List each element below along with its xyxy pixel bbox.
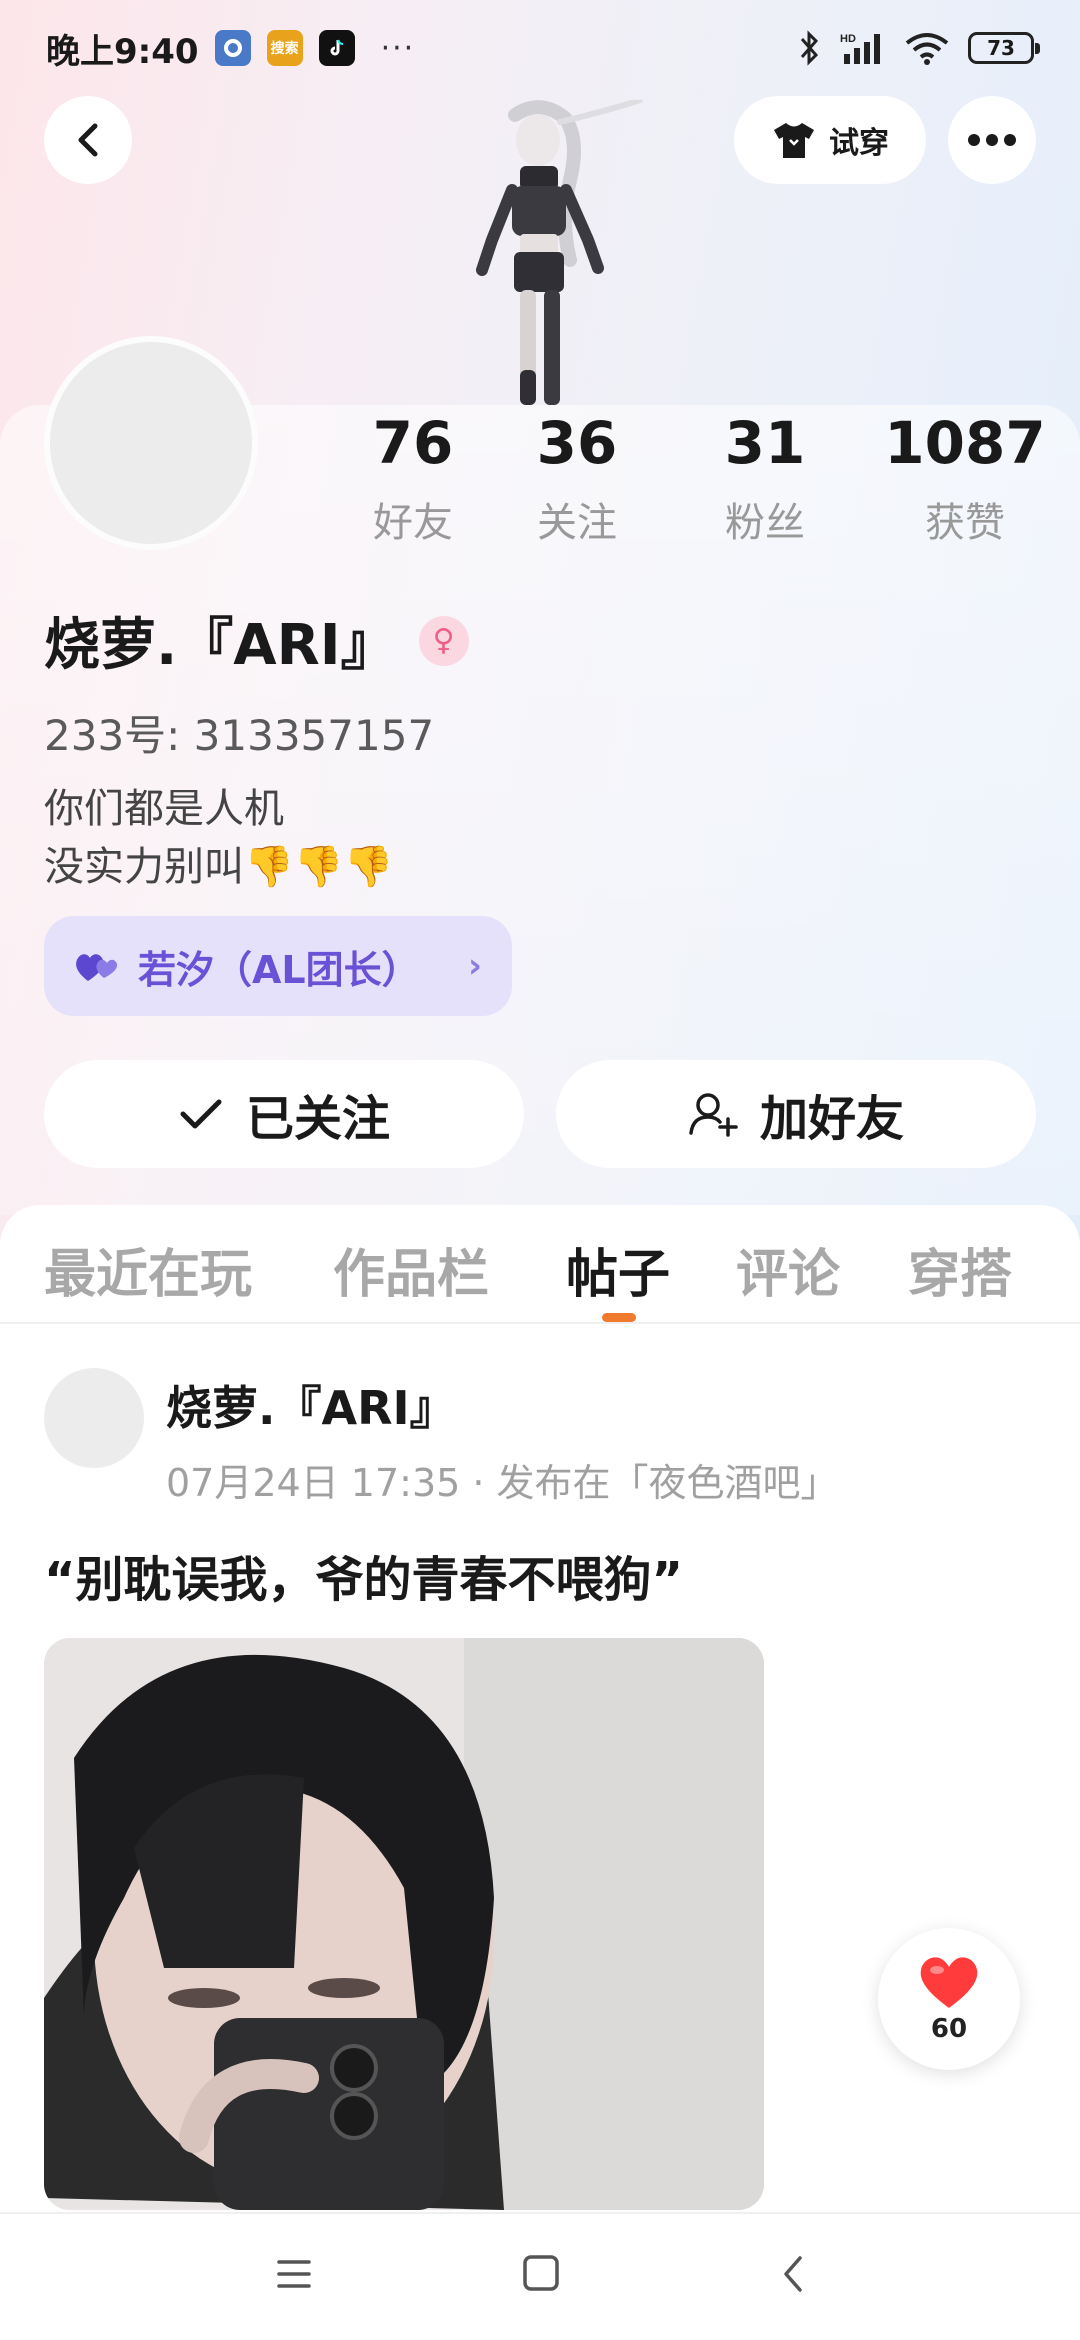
- stat-following-value: 36: [536, 409, 618, 477]
- avatar[interactable]: [44, 336, 258, 550]
- tab-posts[interactable]: 帖子: [566, 1232, 670, 1307]
- tab-divider: [0, 1322, 1080, 1324]
- try-on-label: 试穿: [829, 126, 889, 161]
- stat-following-label: 关注: [537, 500, 617, 546]
- add-friend-button[interactable]: 加好友: [556, 1060, 1036, 1168]
- post-author-name[interactable]: 烧萝.『ARI』: [166, 1372, 456, 1438]
- tab-recently-played[interactable]: 最近在玩: [44, 1232, 252, 1307]
- menu-icon[interactable]: [276, 2256, 312, 2292]
- wifi-icon: [905, 33, 949, 65]
- post-text[interactable]: “别耽误我，爷的青春不喂狗”: [44, 1540, 683, 1610]
- like-button[interactable]: 60: [878, 1928, 1020, 2070]
- tab-active-indicator: [602, 1313, 636, 1322]
- search-app-label: 搜索: [270, 41, 299, 57]
- thumbs-down-emoji: 👎👎👎: [244, 844, 394, 890]
- stat-friends-value: 76: [372, 409, 454, 477]
- svg-text:HD: HD: [840, 33, 856, 45]
- female-icon: ♀: [418, 615, 469, 666]
- bio-line-1: 你们都是人机: [44, 786, 284, 832]
- battery-level: 73: [987, 36, 1015, 60]
- add-friend-icon: [689, 1093, 738, 1137]
- chevron-left-icon: [78, 123, 98, 157]
- group-label: 若汐（AL团长）: [138, 947, 420, 992]
- tab-comments[interactable]: 评论: [736, 1232, 840, 1307]
- bio-line-2-text: 没实力别叫: [44, 844, 244, 890]
- home-icon[interactable]: [522, 2254, 560, 2292]
- stat-friends-label: 好友: [373, 500, 453, 546]
- heart-icon: [920, 1957, 978, 2008]
- add-friend-label: 加好友: [759, 1091, 904, 1147]
- character-avatar-figure[interactable]: [420, 100, 660, 405]
- post-author-avatar[interactable]: [44, 1368, 144, 1468]
- stat-friends[interactable]: 76 好友: [348, 410, 478, 548]
- more-dots-icon: [968, 134, 1016, 146]
- followed-label: 已关注: [245, 1091, 390, 1147]
- tshirt-icon: [774, 123, 814, 158]
- status-bar: 晚上9:40 搜索 ··· HD 73: [0, 0, 1080, 96]
- heart-pair-icon: [76, 954, 118, 981]
- stat-likes-value: 1087: [884, 409, 1046, 477]
- tab-works[interactable]: 作品栏: [333, 1232, 489, 1307]
- bio-line-2: 没实力别叫👎👎👎: [44, 838, 393, 896]
- stat-following[interactable]: 36 关注: [512, 410, 642, 548]
- profile-name: 烧萝.『ARI』: [44, 613, 397, 678]
- stat-likes[interactable]: 1087 获赞: [880, 410, 1050, 548]
- system-nav-bar: [0, 2212, 1080, 2340]
- tab-outfits[interactable]: 穿搭: [908, 1232, 1012, 1307]
- like-count: 60: [930, 2014, 968, 2044]
- signal-icon: HD: [840, 33, 880, 64]
- try-on-button[interactable]: 试穿: [734, 96, 926, 184]
- post-meta[interactable]: 07月24日 17:35 · 发布在「夜色酒吧」: [166, 1452, 839, 1507]
- stat-likes-label: 获赞: [925, 500, 1005, 546]
- chevron-right-icon: ›: [467, 946, 482, 986]
- battery-indicator: 73: [968, 32, 1040, 64]
- stat-fans-value: 31: [724, 409, 806, 477]
- followed-button[interactable]: 已关注: [44, 1060, 524, 1168]
- group-chip[interactable]: 若汐（AL团长） ›: [44, 916, 512, 1016]
- tiktok-icon: [318, 30, 355, 66]
- stat-fans[interactable]: 31 粉丝: [700, 410, 830, 548]
- more-button[interactable]: [948, 96, 1036, 184]
- gear-app-icon: [214, 30, 251, 66]
- profile-bio: 你们都是人机 没实力别叫👎👎👎: [44, 780, 393, 896]
- stat-fans-label: 粉丝: [725, 500, 805, 546]
- post-image[interactable]: [44, 1638, 764, 2210]
- status-overflow: ···: [380, 30, 416, 66]
- back-button[interactable]: [44, 96, 132, 184]
- bluetooth-icon: [800, 30, 819, 66]
- post-photo: [44, 1638, 764, 2210]
- profile-name-row: 烧萝.『ARI』 ♀: [44, 600, 469, 681]
- search-app-icon: 搜索: [266, 30, 303, 66]
- check-icon: [180, 1099, 222, 1129]
- back-nav-icon[interactable]: [778, 2254, 808, 2294]
- status-time: 晚上9:40: [46, 31, 199, 72]
- profile-uid[interactable]: 233号: 313357157: [44, 702, 434, 763]
